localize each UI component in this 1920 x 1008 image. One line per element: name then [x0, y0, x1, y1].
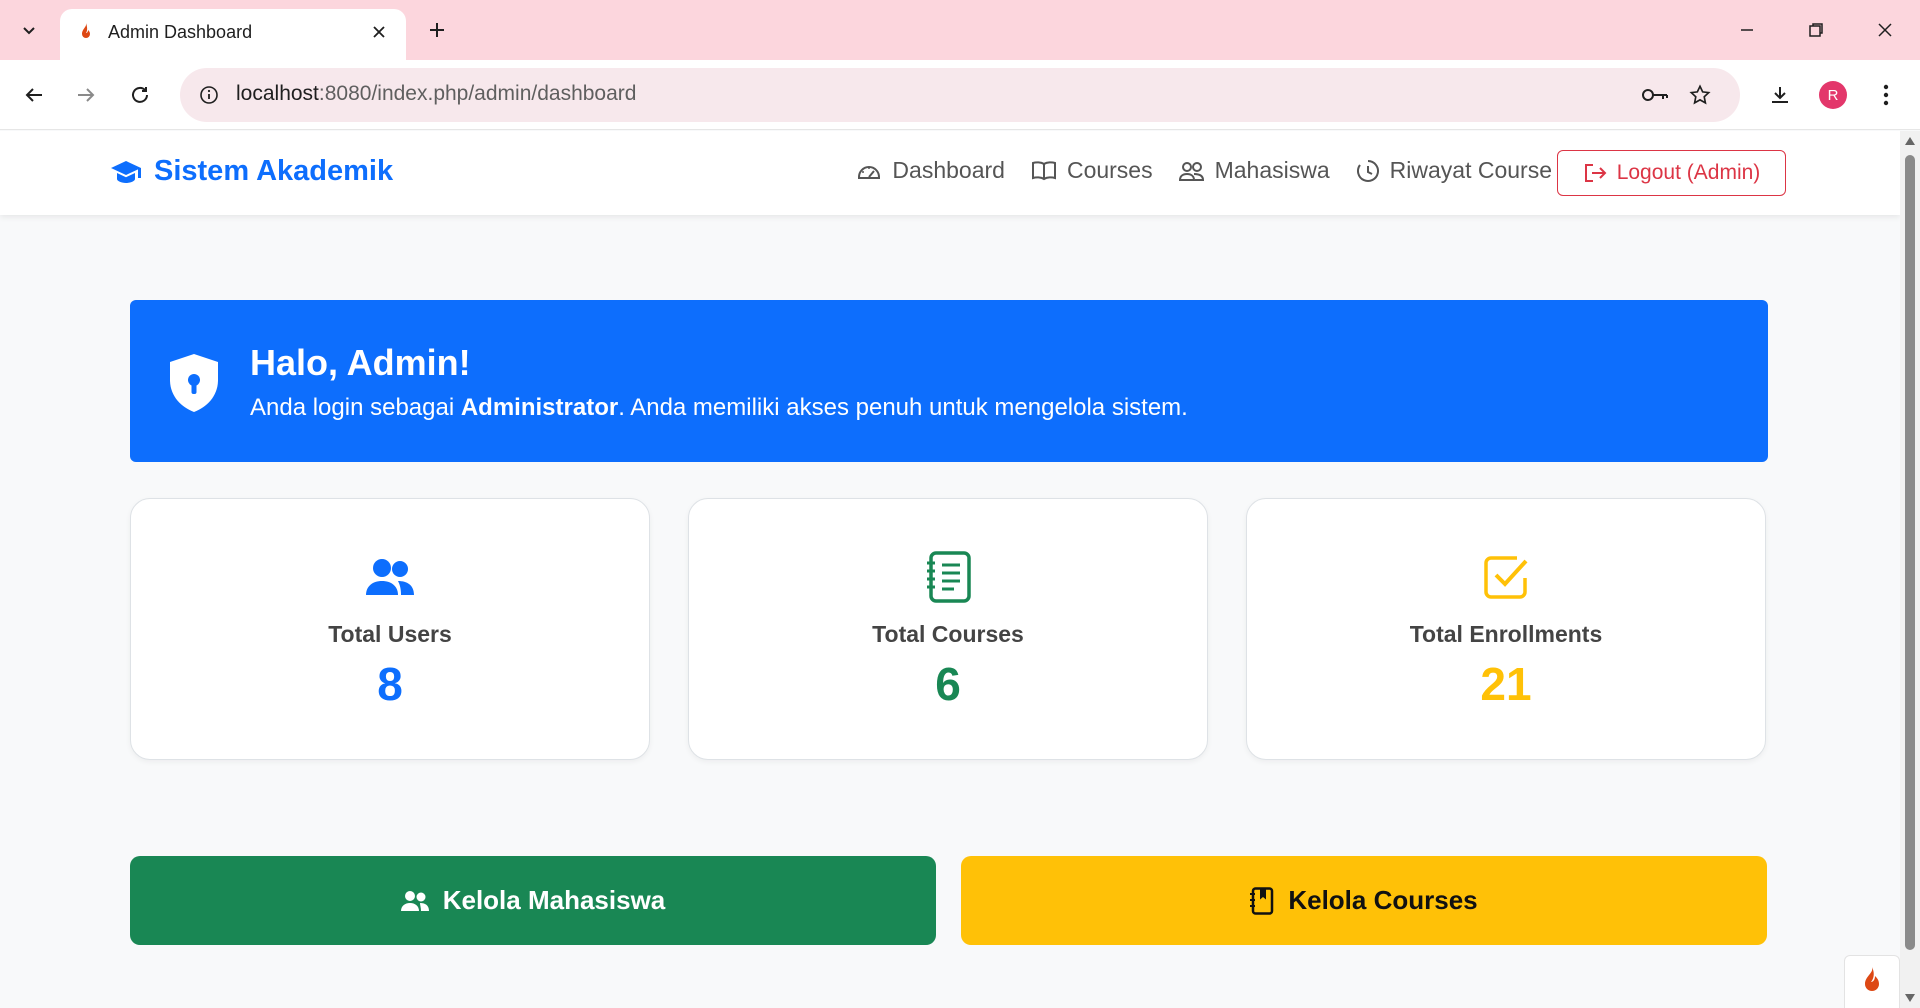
nav-item-label: Courses — [1066, 157, 1153, 183]
scroll-thumb[interactable] — [1905, 155, 1915, 950]
stat-value: 8 — [377, 658, 403, 710]
logout-icon — [1584, 164, 1607, 182]
bookmark-star-button[interactable] — [1685, 80, 1715, 110]
stat-card-courses: Total Courses 6 — [688, 498, 1208, 760]
brand-title: Sistem Akademik — [154, 155, 394, 187]
nav-item-label: Riwayat Course — [1389, 157, 1552, 183]
tab-close-button[interactable] — [366, 19, 392, 45]
restore-button[interactable] — [1789, 8, 1843, 52]
stat-card-enrollments: Total Enrollments 21 — [1246, 498, 1766, 760]
stat-value: 6 — [935, 658, 961, 710]
restore-icon — [1809, 23, 1823, 37]
reload-button[interactable] — [120, 75, 160, 115]
forward-button[interactable] — [66, 75, 106, 115]
logout-button[interactable]: Logout (Admin) — [1557, 150, 1786, 196]
minimize-button[interactable] — [1720, 8, 1774, 52]
password-key-button[interactable] — [1640, 80, 1670, 110]
stat-label: Total Courses — [872, 621, 1024, 647]
browser-menu-button[interactable] — [1866, 75, 1906, 115]
close-icon — [373, 26, 385, 38]
downloads-button[interactable] — [1760, 75, 1800, 115]
welcome-alert: Halo, Admin! Anda login sebagai Administ… — [130, 300, 1768, 462]
triangle-down-icon — [1905, 994, 1915, 1002]
arrow-right-icon — [78, 88, 95, 102]
stat-label: Total Enrollments — [1409, 621, 1603, 647]
manage-students-button[interactable]: Kelola Mahasiswa — [130, 856, 936, 945]
check-square-icon — [1478, 549, 1534, 605]
welcome-text-after: . Anda memiliki akses penuh untuk mengel… — [618, 394, 1188, 421]
brand-link[interactable]: Sistem Akademik — [110, 155, 393, 188]
debug-toolbar-toggle[interactable] — [1844, 955, 1900, 1008]
people-fill-icon — [400, 890, 429, 911]
close-window-button[interactable] — [1858, 8, 1912, 52]
nav-links: Dashboard Courses Mahasiswa Riwayat Cour… — [856, 157, 1552, 184]
avatar: R — [1819, 81, 1847, 109]
key-icon — [1642, 89, 1668, 101]
clock-history-icon — [1356, 159, 1379, 182]
url-text[interactable]: localhost:8080/index.php/admin/dashboard — [236, 82, 636, 106]
arrow-left-icon — [25, 88, 42, 102]
manage-courses-label: Kelola Courses — [1288, 885, 1478, 915]
welcome-role: Administrator — [460, 394, 619, 421]
plus-icon — [430, 23, 444, 37]
book-icon — [1031, 160, 1056, 180]
stat-card-users: Total Users 8 — [130, 498, 650, 760]
more-vertical-icon — [1883, 84, 1889, 106]
users-icon — [362, 549, 418, 605]
people-icon — [1178, 161, 1204, 181]
star-icon — [1689, 84, 1711, 105]
shield-lock-icon — [170, 354, 218, 412]
app-navbar: Sistem Akademik Dashboard Courses Mahasi… — [0, 131, 1900, 215]
manage-students-label: Kelola Mahasiswa — [442, 885, 666, 915]
page-scrollbar[interactable] — [1900, 131, 1920, 1008]
speedometer-icon — [858, 165, 881, 179]
nav-item-label: Mahasiswa — [1214, 157, 1330, 183]
new-tab-button[interactable] — [420, 13, 454, 47]
close-icon — [1878, 23, 1892, 37]
mortarboard-icon — [111, 160, 141, 183]
logout-label: Logout (Admin) — [1616, 161, 1761, 184]
welcome-text-before: Anda login sebagai — [250, 394, 461, 421]
address-bar[interactable]: localhost:8080/index.php/admin/dashboard — [180, 68, 1740, 122]
download-icon — [1772, 87, 1788, 103]
nav-item-dashboard[interactable]: Dashboard — [856, 157, 1005, 184]
url-path: :8080/index.php/admin/dashboard — [318, 82, 637, 105]
flame-favicon-icon — [82, 23, 90, 38]
nav-item-courses[interactable]: Courses — [1031, 157, 1153, 184]
url-host: localhost — [236, 82, 319, 105]
site-info-button[interactable] — [194, 80, 224, 110]
scroll-up-arrow[interactable] — [1904, 135, 1916, 147]
nav-item-label: Dashboard — [892, 157, 1005, 183]
browser-tabbar: Admin Dashboard — [0, 0, 1920, 60]
stat-label: Total Users — [328, 621, 452, 647]
back-button[interactable] — [14, 75, 54, 115]
stat-value: 21 — [1480, 658, 1532, 710]
journal-bookmark-icon — [1250, 886, 1274, 915]
nav-item-riwayat-course[interactable]: Riwayat Course — [1356, 157, 1552, 184]
browser-tab-active[interactable]: Admin Dashboard — [60, 9, 406, 60]
scroll-down-arrow[interactable] — [1904, 992, 1916, 1004]
profile-button[interactable]: R — [1813, 75, 1853, 115]
reload-icon — [132, 86, 148, 103]
triangle-up-icon — [1905, 137, 1915, 145]
info-icon — [200, 86, 218, 104]
chevron-down-icon — [23, 27, 35, 35]
tab-search-button[interactable] — [12, 13, 46, 47]
welcome-title: Halo, Admin! — [250, 342, 471, 383]
manage-courses-button[interactable]: Kelola Courses — [961, 856, 1767, 945]
welcome-text: Anda login sebagai Administrator. Anda m… — [250, 394, 1188, 422]
page-content: Sistem Akademik Dashboard Courses Mahasi… — [0, 131, 1900, 1008]
nav-item-mahasiswa[interactable]: Mahasiswa — [1178, 157, 1330, 184]
journal-icon — [920, 549, 976, 605]
browser-toolbar: localhost:8080/index.php/admin/dashboard… — [0, 60, 1920, 130]
minimize-icon — [1741, 29, 1753, 31]
flame-icon — [1865, 967, 1879, 991]
tab-title: Admin Dashboard — [108, 22, 253, 42]
